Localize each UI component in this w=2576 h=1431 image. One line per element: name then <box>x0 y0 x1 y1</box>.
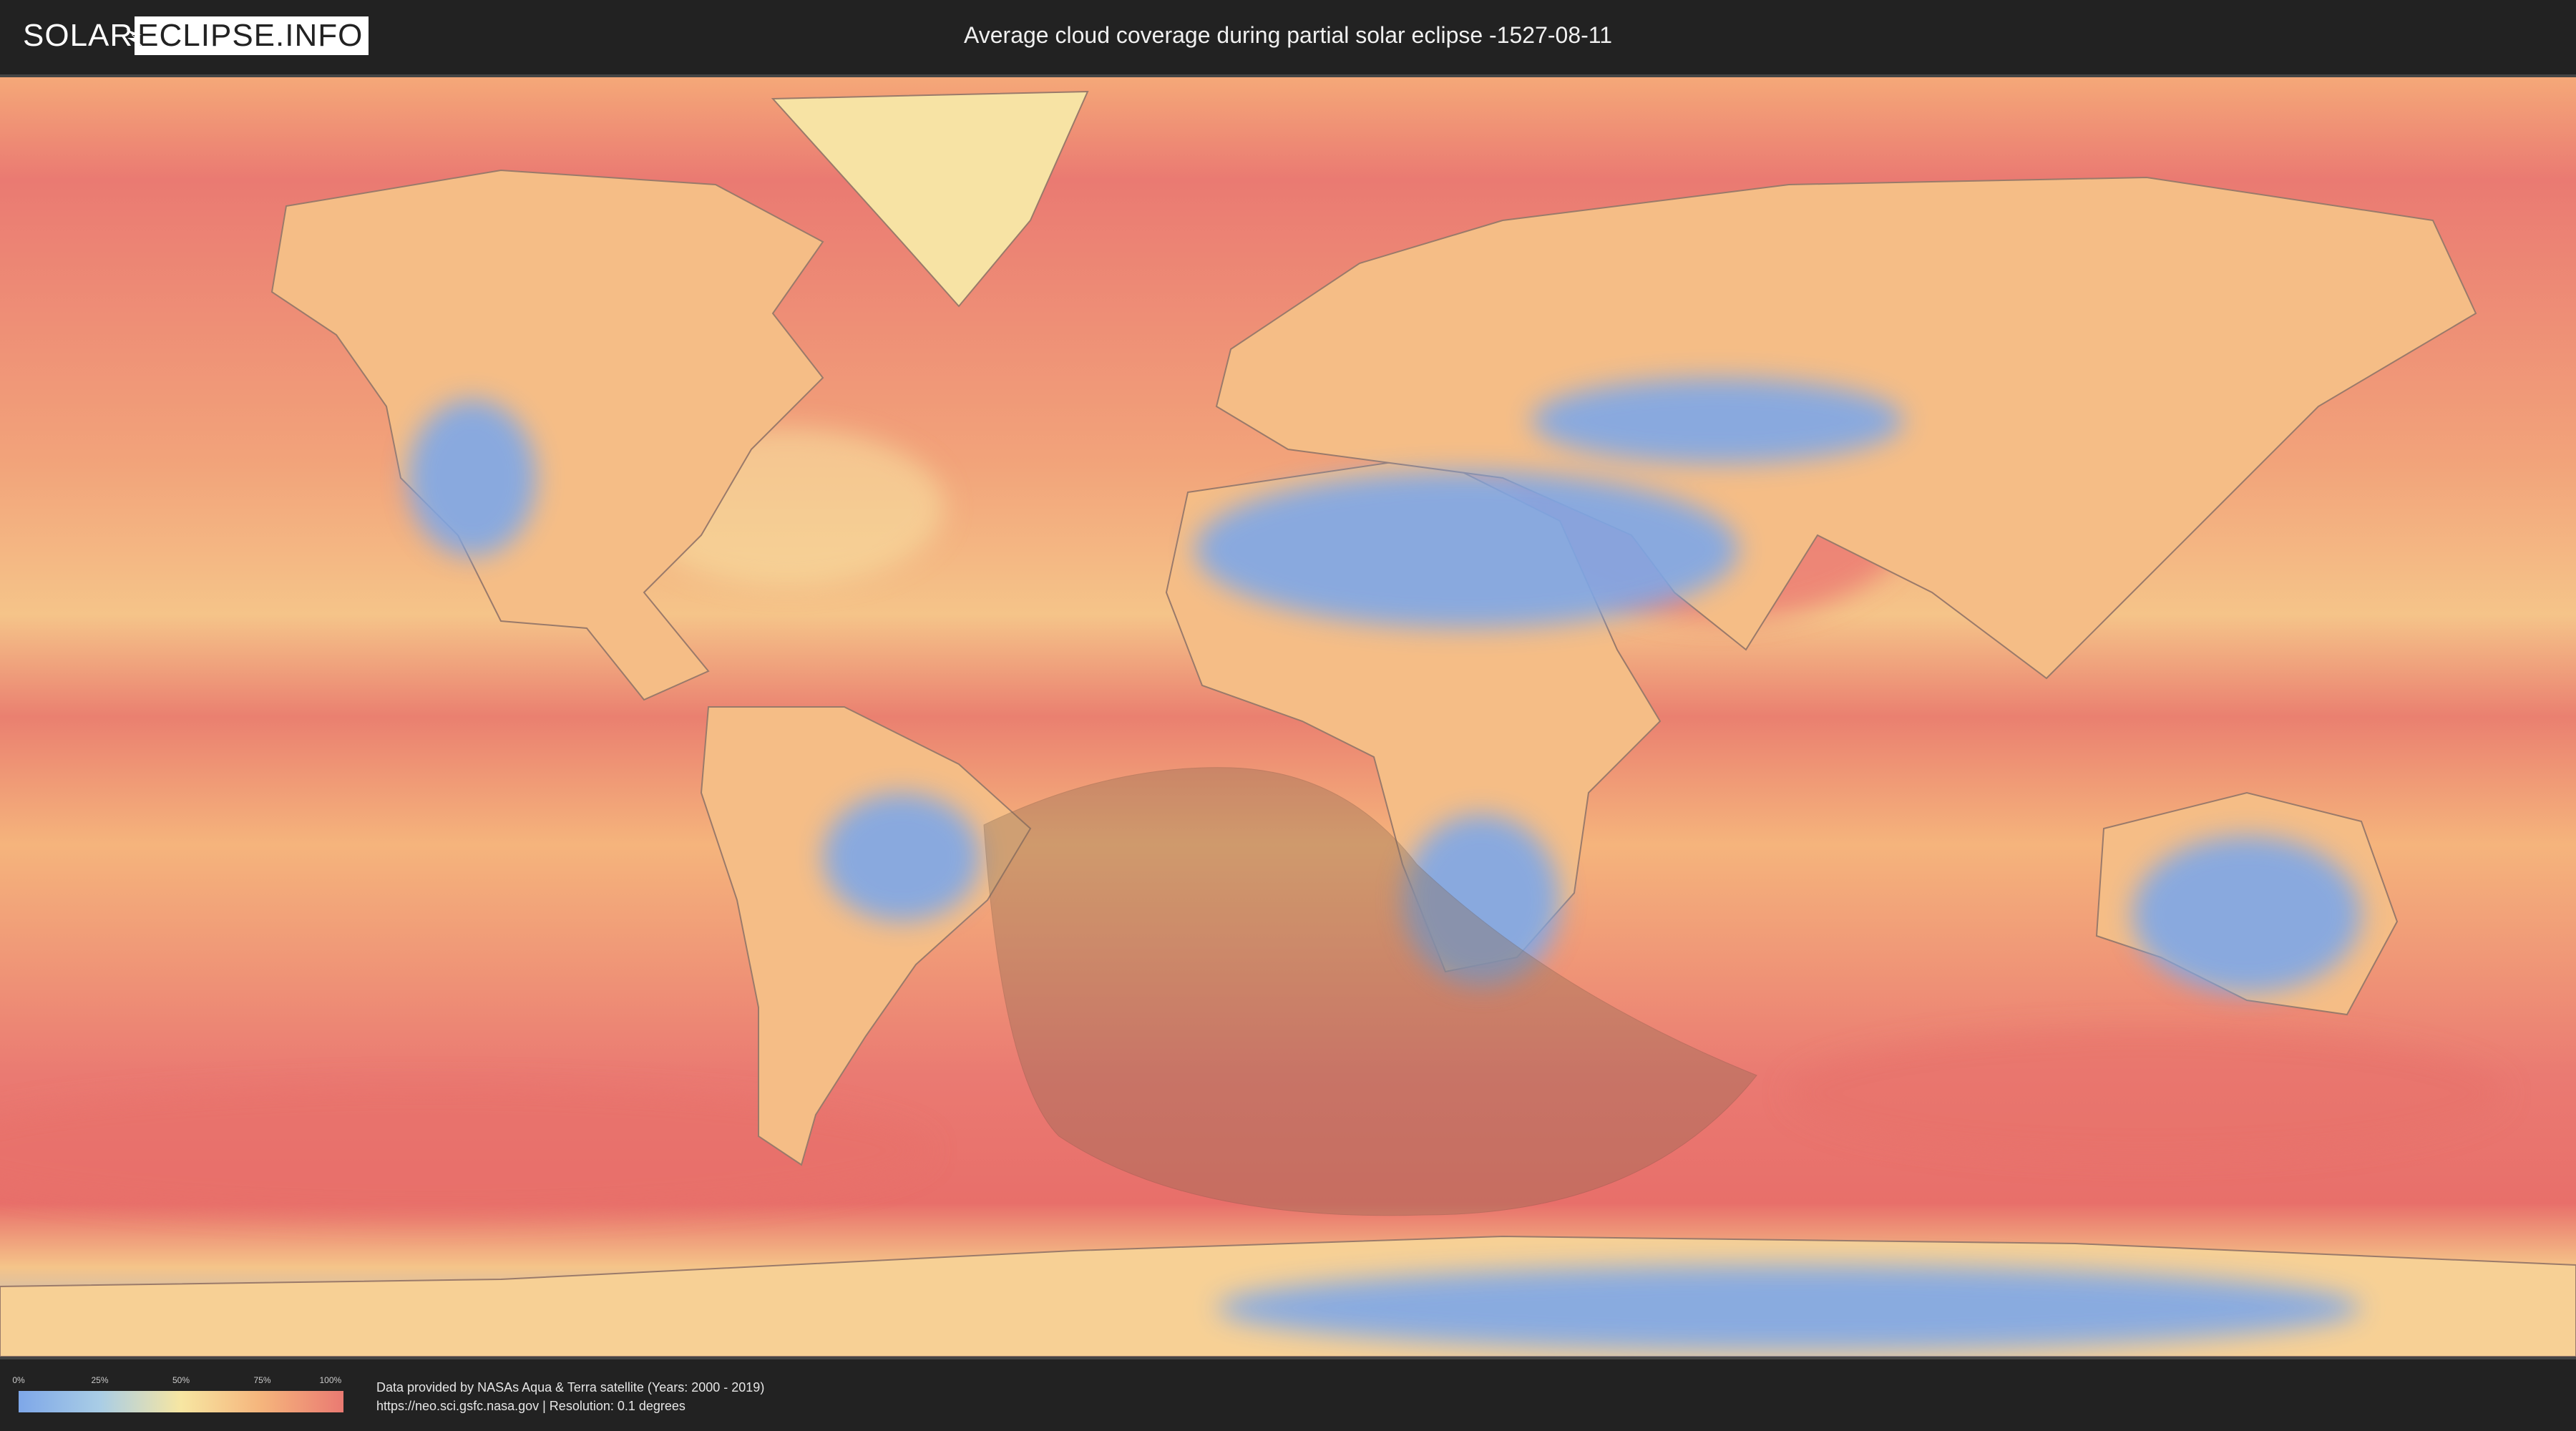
clear-western-us <box>408 399 537 557</box>
clear-australia <box>2132 836 2361 993</box>
color-legend-bar <box>19 1391 343 1412</box>
header-bar: SOLAR ECLIPSE.INFO Average cloud coverag… <box>0 0 2576 72</box>
clear-brazil <box>823 793 980 922</box>
legend-ticks: 0% 25% 50% 75% 100% <box>12 1375 343 1388</box>
world-map-svg <box>0 77 2576 1357</box>
legend-tick-50: 50% <box>172 1375 190 1385</box>
data-credits: Data provided by NASAs Aqua & Terra sate… <box>376 1378 764 1415</box>
credits-line-2: https://neo.sci.gsfc.nasa.gov | Resoluti… <box>376 1399 686 1413</box>
legend-tick-0: 0% <box>12 1375 25 1385</box>
clear-sahara-arabia <box>1195 471 1739 628</box>
cloud-coverage-map[interactable] <box>0 74 2576 1359</box>
clear-antarctica <box>1216 1265 2361 1351</box>
credits-line-1: Data provided by NASAs Aqua & Terra sate… <box>376 1380 765 1395</box>
page-title: Average cloud coverage during partial so… <box>963 22 1613 48</box>
clear-central-asia <box>1531 378 1903 464</box>
legend-tick-75: 75% <box>253 1375 271 1385</box>
legend-tick-100: 100% <box>319 1375 342 1385</box>
legend-tick-25: 25% <box>91 1375 109 1385</box>
